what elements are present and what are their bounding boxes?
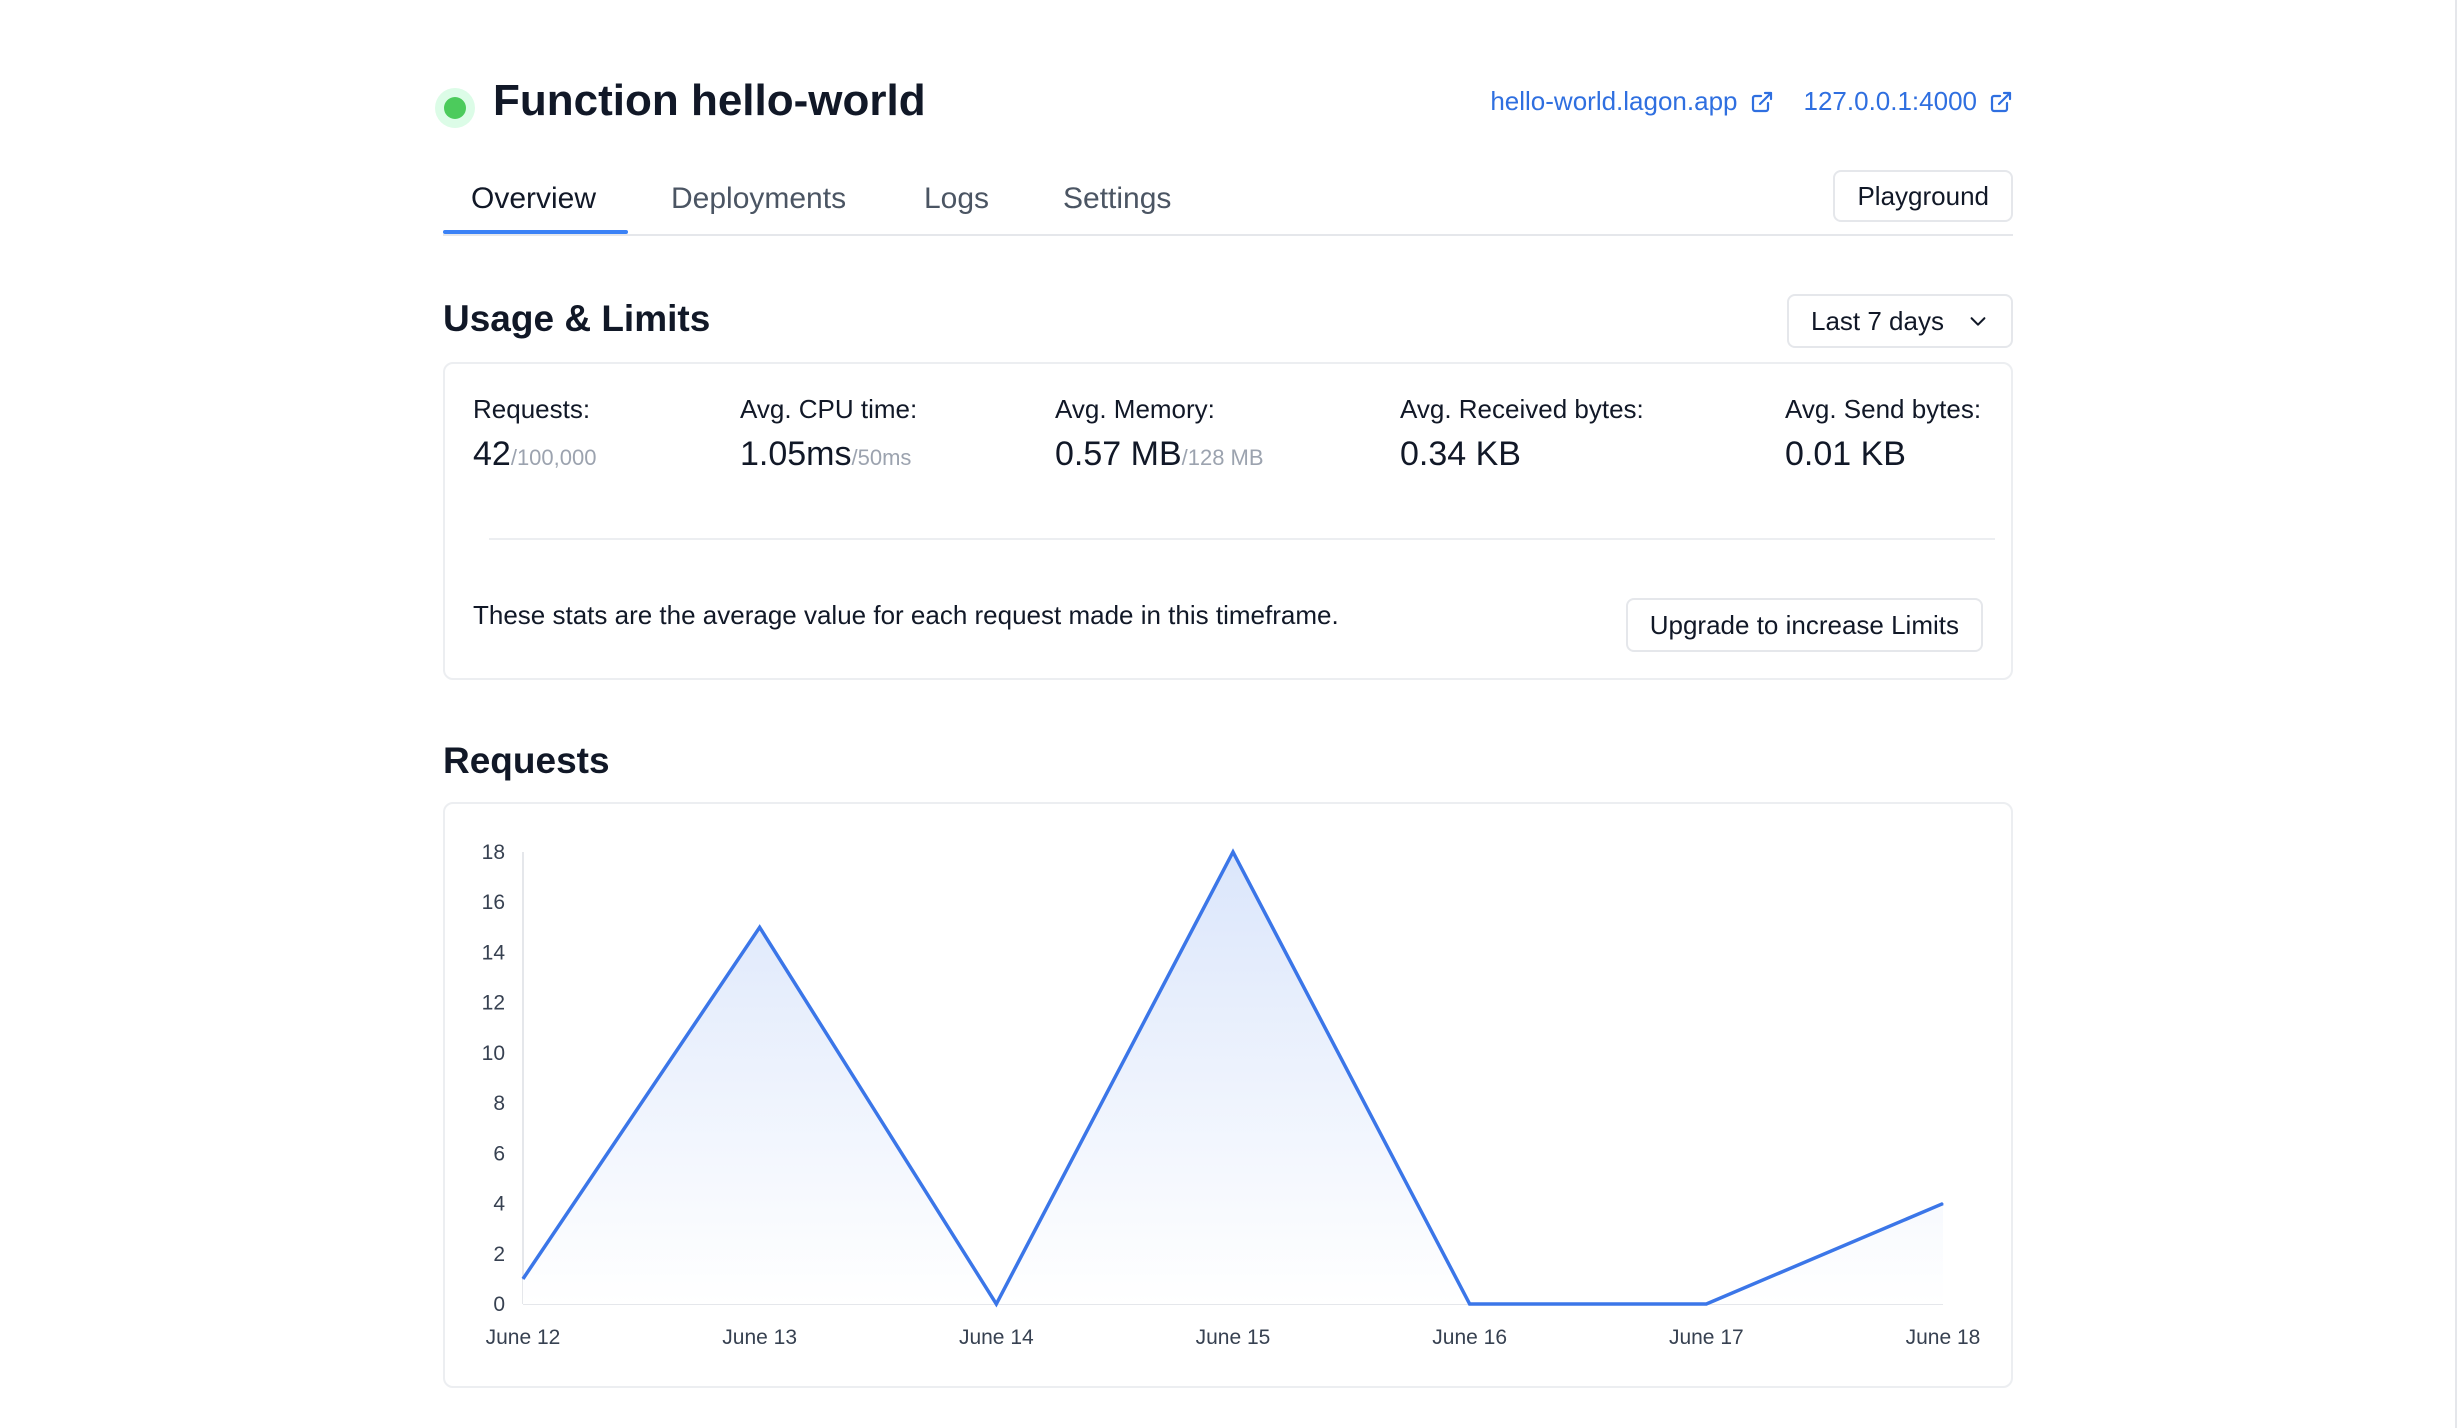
stat-label: Requests: — [473, 394, 591, 424]
divider — [489, 538, 1995, 540]
tab-overview[interactable]: Overview — [471, 182, 596, 216]
tab-bar: Overview Deployments Logs Settings Playg… — [443, 164, 2013, 236]
stat-limit: /100,000 — [510, 445, 597, 470]
usage-title: Usage & Limits — [443, 298, 711, 339]
active-tab-indicator — [443, 230, 628, 234]
x-tick-label: June 18 — [1906, 1326, 1981, 1349]
stat-memory: Avg. Memory: 0.57 MB/128 MB — [1055, 394, 1264, 474]
usage-card: Requests: 42/100,000 Avg. CPU time: 1.05… — [443, 362, 2013, 680]
y-tick-label: 16 — [482, 891, 505, 914]
stat-limit: /128 MB — [1181, 445, 1264, 470]
y-tick-label: 18 — [482, 841, 505, 864]
function-links: hello-world.lagon.app 127.0.0.1:4000 — [1490, 86, 2013, 117]
y-tick-label: 2 — [493, 1243, 505, 1266]
requests-title: Requests — [443, 740, 610, 781]
tab-deployments[interactable]: Deployments — [671, 182, 846, 216]
data-point — [1232, 851, 1234, 853]
stat-value: 1.05ms — [740, 435, 852, 473]
stat-limit: /50ms — [851, 445, 912, 470]
area-fill — [523, 852, 1943, 1304]
usage-note: These stats are the average value for ea… — [473, 600, 1339, 630]
stat-received-bytes: Avg. Received bytes: 0.34 KB — [1400, 394, 1644, 474]
timeframe-select[interactable]: Last 7 days — [1787, 294, 2013, 348]
data-point — [1705, 1303, 1707, 1305]
x-tick-label: June 13 — [722, 1326, 797, 1349]
stat-value-row: 0.34 KB — [1400, 435, 1644, 474]
stat-label: Avg. Memory: — [1055, 394, 1215, 424]
data-point — [995, 1303, 997, 1305]
stat-value: 0.01 KB — [1785, 435, 1906, 473]
external-link-icon — [1990, 91, 2012, 112]
x-tick-label: June 15 — [1196, 1326, 1271, 1349]
stat-label: Avg. Send bytes: — [1785, 394, 1982, 424]
y-tick-label: 4 — [493, 1193, 505, 1216]
data-point — [1469, 1303, 1471, 1305]
stat-value: 0.34 KB — [1400, 435, 1521, 473]
y-tick-label: 14 — [482, 941, 506, 964]
x-tick-label: June 12 — [486, 1326, 561, 1349]
timeframe-value: Last 7 days — [1811, 305, 1944, 336]
page-container: Function hello-world hello-world.lagon.a… — [435, 0, 2013, 1428]
stat-value-row: 1.05ms/50ms — [740, 435, 917, 474]
x-tick-label: June 17 — [1669, 1326, 1744, 1349]
requests-chart: 0 2 4 6 8 10 12 14 16 18 June 12 June 13 June 14 June… — [482, 841, 1981, 1349]
stat-value-row: 42/100,000 — [473, 435, 596, 474]
status-dot — [444, 97, 466, 119]
tab-logs[interactable]: Logs — [924, 182, 989, 216]
chevron-down-icon — [1970, 317, 1986, 326]
local-link[interactable]: 127.0.0.1:4000 — [1804, 86, 2014, 117]
data-point — [522, 1278, 524, 1280]
scrollbar[interactable] — [2455, 0, 2457, 1428]
stat-cpu-time: Avg. CPU time: 1.05ms/50ms — [740, 394, 917, 474]
y-tick-label: 12 — [482, 992, 505, 1015]
stat-value: 0.57 MB — [1055, 435, 1182, 473]
domain-link-label: hello-world.lagon.app — [1490, 86, 1738, 116]
stat-label: Avg. CPU time: — [740, 394, 918, 424]
page-title: Function hello-world — [493, 76, 926, 125]
stat-send-bytes: Avg. Send bytes: 0.01 KB — [1785, 394, 1981, 474]
function-header: Function hello-world hello-world.lagon.a… — [435, 70, 2013, 140]
status-indicator — [435, 88, 475, 128]
y-tick-label: 6 — [493, 1142, 505, 1165]
data-point — [1942, 1203, 1944, 1205]
stat-value-row: 0.57 MB/128 MB — [1055, 435, 1264, 474]
y-tick-label: 0 — [493, 1293, 505, 1316]
domain-link[interactable]: hello-world.lagon.app — [1490, 86, 1773, 117]
playground-button[interactable]: Playground — [1833, 170, 2013, 222]
stat-value: 42 — [473, 435, 511, 473]
x-tick-label: June 14 — [959, 1326, 1034, 1349]
external-link-icon — [1751, 91, 1772, 112]
data-point — [759, 926, 761, 928]
stat-label: Avg. Received bytes: — [1400, 394, 1644, 424]
y-tick-label: 10 — [482, 1042, 505, 1065]
upgrade-button[interactable]: Upgrade to increase Limits — [1625, 598, 1983, 652]
y-tick-label: 8 — [493, 1092, 505, 1115]
local-link-label: 127.0.0.1:4000 — [1803, 86, 1978, 116]
tab-settings[interactable]: Settings — [1063, 182, 1171, 216]
x-tick-label: June 16 — [1432, 1326, 1507, 1349]
requests-chart-card: 0 2 4 6 8 10 12 14 16 18 June 12 June 13 June 14 June… — [443, 802, 2013, 1388]
stat-value-row: 0.01 KB — [1785, 435, 1981, 474]
stat-requests: Requests: 42/100,000 — [473, 394, 596, 474]
